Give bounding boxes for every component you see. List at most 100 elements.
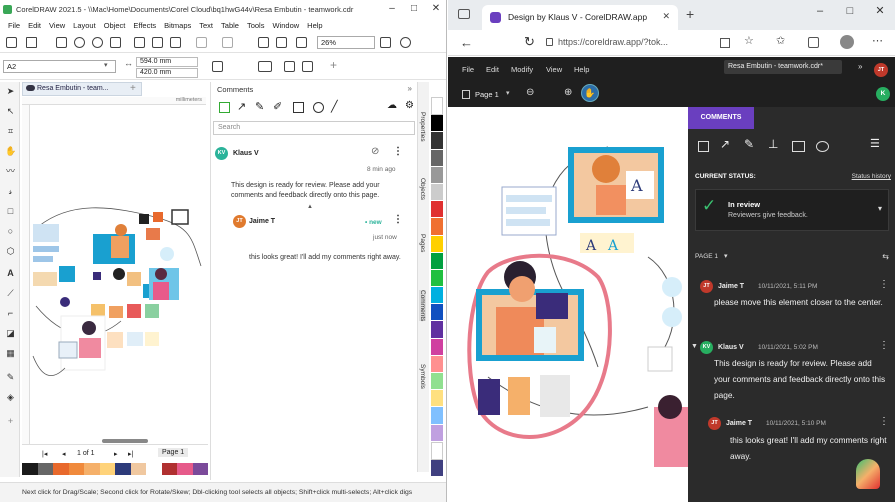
save-icon[interactable] <box>56 37 67 48</box>
comment-search-input[interactable]: Search <box>213 121 415 135</box>
transparency-tool-icon[interactable]: ▦ <box>5 348 16 359</box>
line-tool-icon[interactable]: ╱ <box>331 100 338 113</box>
color-palette[interactable] <box>431 97 443 478</box>
status-history-link[interactable]: Status history <box>852 173 891 180</box>
shared-canvas[interactable]: A A A <box>448 107 688 502</box>
palette-swatch[interactable] <box>431 287 443 305</box>
full-screen-icon[interactable] <box>380 37 391 48</box>
more-options-icon[interactable]: ⋮ <box>393 214 403 225</box>
menu-edit[interactable]: Edit <box>486 65 499 74</box>
more-options-icon[interactable]: ⋮ <box>879 279 889 290</box>
menu-modify[interactable]: Modify <box>511 65 533 74</box>
palette-swatch[interactable] <box>68 463 84 475</box>
palette-swatch[interactable] <box>431 166 443 184</box>
minimize-button[interactable]: – <box>381 0 403 18</box>
arrow-tool-icon[interactable]: ↗ <box>720 137 730 151</box>
menu-file[interactable]: File <box>462 65 474 74</box>
palette-swatch[interactable] <box>146 463 162 475</box>
rectangle-comment-icon[interactable] <box>792 141 805 152</box>
pan-tool-icon[interactable]: ✋ <box>5 146 16 157</box>
palette-swatch[interactable] <box>161 463 177 475</box>
add-tab-button[interactable]: + <box>130 83 136 94</box>
favorites-icon[interactable]: ✩ <box>776 34 785 47</box>
add-tool-icon[interactable]: + <box>5 416 16 427</box>
menu-view[interactable]: View <box>546 65 562 74</box>
palette-swatch[interactable] <box>431 235 443 253</box>
maximize-button[interactable]: □ <box>835 0 865 22</box>
menu-help[interactable]: Help <box>574 65 589 74</box>
rectangle-comment-icon[interactable] <box>293 102 304 113</box>
fill-tool-icon[interactable]: ◈ <box>5 392 16 403</box>
menu-object[interactable]: Object <box>104 21 126 30</box>
paper-size-select[interactable]: A2 <box>3 60 116 73</box>
more-options-icon[interactable]: ⋮ <box>879 416 889 427</box>
artistic-media-icon[interactable]: 𝓈 <box>5 186 16 197</box>
undo-icon[interactable] <box>196 37 207 48</box>
document-tab[interactable]: Resa Embutin - team... <box>22 82 142 96</box>
tab-comments[interactable]: COMMENTS <box>688 107 754 129</box>
all-pages-icon[interactable] <box>284 61 295 72</box>
browser-tab[interactable]: Design by Klaus V - CorelDRAW.app ✕ <box>482 5 678 30</box>
current-page-icon[interactable] <box>302 61 313 72</box>
pen-tool-icon[interactable]: ✎ <box>744 137 754 151</box>
settings-icon[interactable] <box>400 37 411 48</box>
page-selector[interactable]: Page 1 <box>475 90 499 99</box>
profile-icon[interactable] <box>840 35 854 49</box>
polygon-tool-icon[interactable]: ⬡ <box>5 246 16 257</box>
zoom-level-input[interactable]: 26% <box>317 36 375 49</box>
menu-table[interactable]: Table <box>221 21 239 30</box>
status-dropdown[interactable]: ✓ In review Reviewers give feedback. ▾ <box>695 189 889 231</box>
menu-file[interactable]: File <box>8 21 20 30</box>
open-folder-icon[interactable] <box>26 37 37 48</box>
open-in-app-icon[interactable] <box>720 38 730 48</box>
palette-swatch[interactable] <box>431 201 443 219</box>
collapse-icon[interactable]: ▲ <box>307 204 313 210</box>
more-options-icon[interactable]: ⋮ <box>879 340 889 351</box>
resolve-icon[interactable]: ⊘ <box>371 146 379 157</box>
menu-layout[interactable]: Layout <box>73 21 96 30</box>
palette-swatch[interactable] <box>431 97 443 116</box>
copy-icon[interactable] <box>152 37 163 48</box>
palette-swatch[interactable] <box>431 355 443 373</box>
palette-swatch[interactable] <box>53 463 69 475</box>
more-options-icon[interactable]: ⋮ <box>393 146 403 157</box>
drawing-canvas[interactable] <box>31 106 206 436</box>
pick-tool-icon[interactable]: ➤ <box>5 86 16 97</box>
palette-swatch[interactable] <box>84 463 100 475</box>
palette-swatch[interactable] <box>99 463 115 475</box>
expand-thread-icon[interactable]: ▼ <box>691 343 698 350</box>
menu-edit[interactable]: Edit <box>28 21 41 30</box>
cut-icon[interactable] <box>134 37 145 48</box>
shadow-tool-icon[interactable]: ◪ <box>5 328 16 339</box>
cloud-upload-icon[interactable] <box>74 37 85 48</box>
freehand-tool-icon[interactable]: 〰 <box>5 166 16 177</box>
width-input[interactable]: 594.0 mm <box>136 57 198 67</box>
palette-swatch[interactable] <box>192 463 208 475</box>
first-page-icon[interactable]: |◂ <box>42 450 47 458</box>
collections-icon[interactable] <box>808 37 819 48</box>
export-file-icon[interactable] <box>276 37 287 48</box>
palette-swatch[interactable] <box>431 459 443 478</box>
user2-avatar[interactable]: K <box>876 87 890 101</box>
ellipse-comment-icon[interactable] <box>816 141 829 152</box>
palette-swatch[interactable] <box>431 407 443 425</box>
palette-swatch[interactable] <box>37 463 53 475</box>
favorite-add-icon[interactable]: ☆ <box>744 34 754 47</box>
add-icon[interactable]: + <box>330 58 337 72</box>
publish-pdf-icon[interactable] <box>296 37 307 48</box>
palette-swatch[interactable] <box>22 463 38 475</box>
page-nav-icon[interactable]: ⇆ <box>882 252 889 261</box>
page-1-tab[interactable]: Page 1 <box>158 448 189 457</box>
height-input[interactable]: 420.0 mm <box>136 68 198 78</box>
minimize-button[interactable]: – <box>805 0 835 22</box>
crop-tool-icon[interactable]: ⌗ <box>5 126 16 137</box>
line-tool-icon[interactable]: ⊥ <box>768 137 778 151</box>
palette-swatch[interactable] <box>431 269 443 288</box>
palette-swatch[interactable] <box>431 424 443 442</box>
paste-icon[interactable] <box>170 37 181 48</box>
zoom-out-icon[interactable]: ⊖ <box>526 87 534 98</box>
palette-swatch[interactable] <box>431 373 443 391</box>
palette-swatch[interactable] <box>431 304 443 322</box>
palette-swatch[interactable] <box>431 321 443 339</box>
cloud-sync-icon[interactable]: ☁ <box>387 100 397 111</box>
